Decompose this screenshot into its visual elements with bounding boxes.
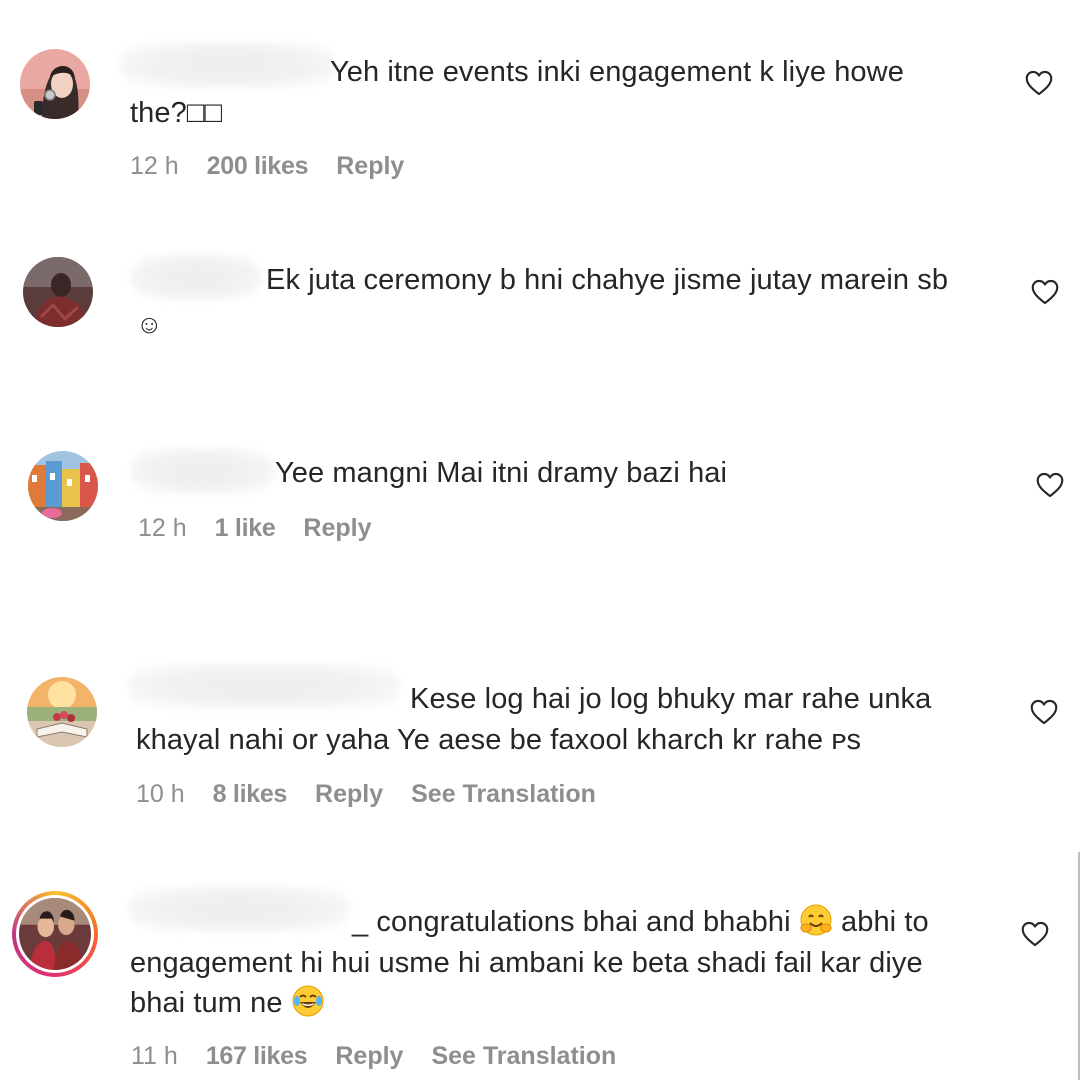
timestamp: 12 h xyxy=(138,514,187,542)
comment-text-line2: khayal nahi or yaha Ye aese be faxool kh… xyxy=(136,724,862,756)
timestamp: 12 h xyxy=(130,152,179,180)
heart-outline-icon[interactable] xyxy=(1021,921,1049,947)
reply-button[interactable]: Reply xyxy=(336,152,404,181)
reply-button[interactable]: Reply xyxy=(303,514,371,543)
comment-text-line3-text: bhai tum ne xyxy=(130,987,283,1019)
profile-photo-dark-icon xyxy=(23,257,93,327)
profile-photo-colorful-houses-icon xyxy=(28,451,98,521)
likes-count[interactable]: 1 like xyxy=(215,514,276,543)
story-ring-avatar[interactable] xyxy=(12,891,98,977)
comment-meta: 11 h 167 likes Reply See Translation xyxy=(131,1042,616,1071)
heart-outline-icon[interactable] xyxy=(1025,70,1053,96)
avatar[interactable] xyxy=(28,451,98,521)
heart-outline-icon[interactable] xyxy=(1031,279,1059,305)
see-translation-link[interactable]: See Translation xyxy=(431,1042,616,1071)
profile-photo-book-flowers-icon xyxy=(27,677,97,747)
comment-text-line2: engagement hi hui usme hi ambani ke beta… xyxy=(130,947,923,979)
blurred-username[interactable] xyxy=(130,448,275,494)
reply-button[interactable]: Reply xyxy=(315,780,383,809)
timestamp: 10 h xyxy=(136,780,185,808)
blurred-username[interactable] xyxy=(130,254,262,300)
heart-outline-icon[interactable] xyxy=(1030,699,1058,725)
comment-meta: 12 h 200 likes Reply xyxy=(130,152,404,181)
comment-text-line3: bhai tum ne xyxy=(130,983,325,1030)
comment-meta: 10 h 8 likes Reply See Translation xyxy=(136,780,596,809)
likes-count[interactable]: 200 likes xyxy=(207,152,309,181)
see-translation-link[interactable]: See Translation xyxy=(411,780,596,809)
profile-photo-couple-icon xyxy=(19,898,91,970)
comment-text: _ congratulations bhai and bhabhi abhi t… xyxy=(130,902,1030,949)
likes-count[interactable]: 8 likes xyxy=(213,780,288,809)
reply-button[interactable]: Reply xyxy=(335,1042,403,1071)
comment-meta: 12 h 1 like Reply xyxy=(138,514,372,543)
avatar[interactable] xyxy=(23,257,93,327)
comment-text: Kese log hai jo log bhuky mar rahe unka xyxy=(410,683,932,715)
profile-photo-woman-icon xyxy=(20,49,90,119)
blurred-username[interactable] xyxy=(128,663,400,709)
comment-text-part-a: _ congratulations bhai and bhabhi xyxy=(352,906,791,938)
comment-text-part-b: abhi to xyxy=(840,906,929,938)
blurred-username[interactable] xyxy=(120,42,335,88)
tears-of-joy-emoji-icon xyxy=(291,984,325,1030)
comment-text-line2: ☺ xyxy=(136,309,163,339)
comment-text: Ek juta ceremony b hni chahye jisme juta… xyxy=(266,264,949,296)
avatar[interactable] xyxy=(20,49,90,119)
comment-text: Yeh itne events inki engagement k liye h… xyxy=(330,56,904,88)
comment-text-line2: the?□□ xyxy=(130,97,223,129)
avatar[interactable] xyxy=(27,677,97,747)
likes-count[interactable]: 167 likes xyxy=(206,1042,308,1071)
comment-text: Yee mangni Mai itni dramy bazi hai xyxy=(275,457,728,489)
heart-outline-icon[interactable] xyxy=(1036,472,1064,498)
timestamp: 11 h xyxy=(131,1042,178,1070)
